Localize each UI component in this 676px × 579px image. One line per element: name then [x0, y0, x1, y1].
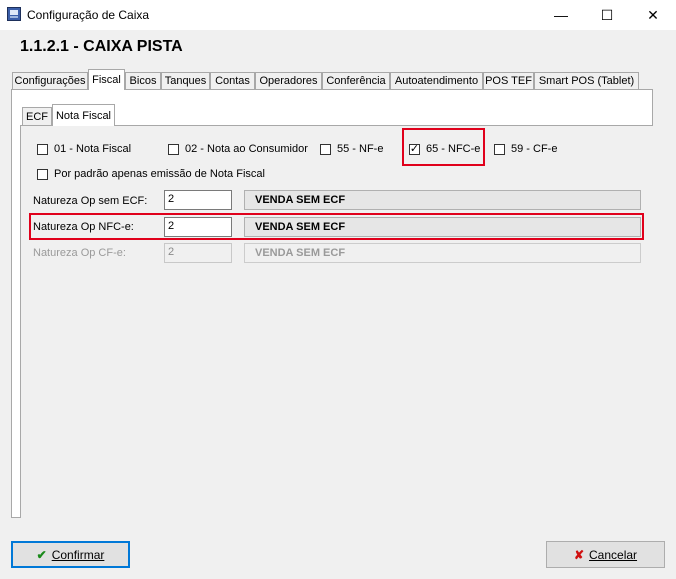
checkbox-65-nfce[interactable]: ✓ — [409, 144, 420, 155]
checkbox-label: 55 - NF-e — [337, 143, 384, 155]
tab-bicos[interactable]: Bicos — [125, 72, 161, 89]
checkbox-label: 65 - NFC-e — [426, 143, 481, 155]
checkbox-55-nfe[interactable] — [320, 144, 331, 155]
checkbox-59-cfe[interactable] — [494, 144, 505, 155]
window-title: Configuração de Caixa — [27, 8, 150, 22]
tab-contas[interactable]: Contas — [210, 72, 255, 89]
subtab-ecf[interactable]: ECF — [22, 107, 52, 125]
natureza-nfce-label: Natureza Op NFC-e: — [33, 221, 134, 233]
natureza-cfe-description: VENDA SEM ECF — [244, 243, 641, 263]
tab-smart-pos[interactable]: Smart POS (Tablet) — [534, 72, 639, 89]
app-icon — [7, 7, 21, 21]
subtab-nota-fiscal[interactable]: Nota Fiscal — [52, 104, 115, 126]
check-icon: ✔ — [36, 547, 47, 562]
cancel-label: Cancelar — [589, 547, 638, 562]
tab-configuracoes[interactable]: Configurações — [12, 72, 88, 89]
confirm-label: Confirmar — [51, 547, 105, 562]
minimize-button[interactable]: — — [538, 0, 584, 30]
checkbox-padrao-nota-fiscal[interactable] — [37, 169, 48, 180]
checkmark-icon: ✓ — [409, 143, 420, 155]
natureza-nfce-description: VENDA SEM ECF — [244, 217, 641, 237]
cancel-x-icon: ✘ — [573, 547, 585, 562]
checkbox-label: 02 - Nota ao Consumidor — [185, 143, 308, 155]
confirm-button[interactable]: ✔ Confirmar — [11, 541, 130, 568]
natureza-cfe-label: Natureza Op CF-e: — [33, 247, 126, 259]
cancel-button[interactable]: ✘ Cancelar — [546, 541, 665, 568]
natureza-sem-ecf-description: VENDA SEM ECF — [244, 190, 641, 210]
minimize-icon: — — [554, 7, 568, 23]
natureza-cfe-input[interactable]: 2 — [164, 243, 232, 263]
maximize-icon: ☐ — [600, 6, 614, 23]
checkbox-label: 59 - CF-e — [511, 143, 558, 155]
natureza-nfce-input[interactable]: 2 — [164, 217, 232, 237]
nota-fiscal-panel — [20, 125, 653, 518]
checkbox-01-nota-fiscal[interactable] — [37, 144, 48, 155]
natureza-sem-ecf-input[interactable]: 2 — [164, 190, 232, 210]
page-title: 1.1.2.1 - CAIXA PISTA — [20, 38, 183, 55]
close-icon: ✕ — [647, 6, 659, 23]
tab-fiscal[interactable]: Fiscal — [88, 69, 125, 90]
maximize-button[interactable]: ☐ — [584, 0, 630, 30]
close-button[interactable]: ✕ — [630, 0, 676, 30]
tab-conferencia[interactable]: Conferência — [322, 72, 390, 89]
checkbox-label: Por padrão apenas emissão de Nota Fiscal — [54, 168, 265, 180]
checkbox-label: 01 - Nota Fiscal — [54, 143, 132, 155]
tab-autoatendimento[interactable]: Autoatendimento — [390, 72, 483, 89]
tab-pos-tef[interactable]: POS TEF — [483, 72, 534, 89]
tab-tanques[interactable]: Tanques — [161, 72, 210, 89]
tab-operadores[interactable]: Operadores — [255, 72, 322, 89]
checkbox-02-nota-consumidor[interactable] — [168, 144, 179, 155]
natureza-sem-ecf-label: Natureza Op sem ECF: — [33, 195, 148, 207]
